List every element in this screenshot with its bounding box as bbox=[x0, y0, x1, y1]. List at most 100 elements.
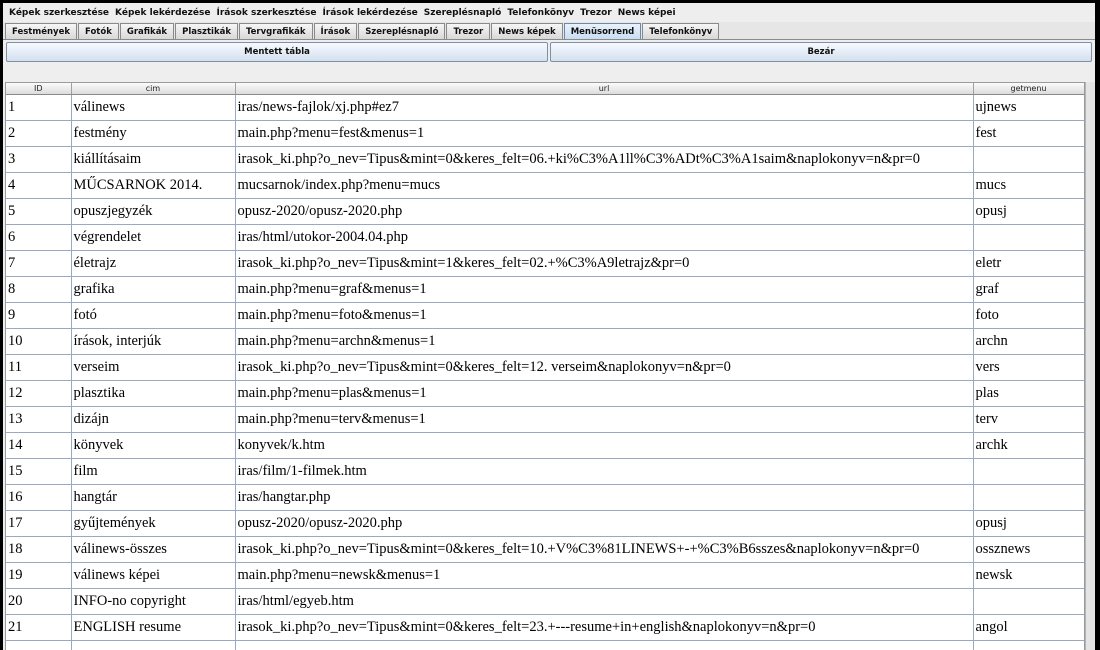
url-cell[interactable]: konyvek/k.htm bbox=[235, 432, 974, 459]
table-row[interactable]: 1 válinews iras/news-fajlok/xj.php#ez7 ujne… bbox=[6, 94, 1084, 121]
tab-telefonkonyv[interactable]: Telefonkönyv bbox=[642, 23, 720, 39]
tab-trezor[interactable]: Trezor bbox=[446, 23, 491, 39]
table-row[interactable]: 18 válinews-összes irasok_ki.php?o_nev=Tip… bbox=[6, 536, 1084, 563]
table-row[interactable]: 12 plasztika main.php?menu=plas&menus=1 pla… bbox=[6, 380, 1084, 407]
id-cell[interactable]: 13 bbox=[6, 406, 72, 433]
id-cell[interactable]: 4 bbox=[6, 172, 72, 199]
menu-item-news-kepei[interactable]: News képei bbox=[618, 8, 676, 18]
table-row[interactable]: 16 hangtár iras/hangtar.php bbox=[6, 484, 1084, 511]
url-cell[interactable]: main.php?menu=archn&menus=1 bbox=[235, 328, 974, 355]
cim-cell[interactable]: festmény bbox=[71, 120, 236, 147]
url-cell[interactable]: iras/html/egyeb.htm bbox=[235, 588, 974, 615]
table-row[interactable]: 4 MŰCSARNOK 2014. mucsarnok/index.php?menu… bbox=[6, 172, 1084, 199]
table-row[interactable]: 10 írások, interjúk main.php?menu=archn&me… bbox=[6, 328, 1084, 355]
tab-tervgrafikak[interactable]: Tervgrafikák bbox=[239, 23, 313, 39]
column-header-cim[interactable]: cim bbox=[71, 83, 236, 95]
getmenu-cell[interactable]: fest bbox=[973, 120, 1084, 147]
table-row[interactable]: 20 INFO-no copyright iras/html/egyeb.htm bbox=[6, 588, 1084, 615]
cim-cell[interactable]: verseim bbox=[71, 354, 236, 381]
table-row[interactable]: 15 film iras/film/1-filmek.htm bbox=[6, 458, 1084, 485]
empty-cell[interactable] bbox=[973, 640, 1084, 650]
table-row[interactable]: 19 válinews képei main.php?menu=newsk&menu… bbox=[6, 562, 1084, 589]
url-cell[interactable]: main.php?menu=foto&menus=1 bbox=[235, 302, 974, 329]
cim-cell[interactable]: életrajz bbox=[71, 250, 236, 277]
tab-irasok[interactable]: Írások bbox=[313, 23, 358, 39]
cim-cell[interactable]: MŰCSARNOK 2014. bbox=[71, 172, 236, 199]
cim-cell[interactable]: írások, interjúk bbox=[71, 328, 236, 355]
cim-cell[interactable]: INFO-no copyright bbox=[71, 588, 236, 615]
table-row[interactable]: 5 opuszjegyzék opusz-2020/opusz-2020.php op… bbox=[6, 198, 1084, 225]
url-cell[interactable]: irasok_ki.php?o_nev=Tipus&mint=0&keres_f… bbox=[235, 146, 974, 173]
getmenu-cell[interactable]: foto bbox=[973, 302, 1084, 329]
getmenu-cell[interactable]: opusj bbox=[973, 198, 1084, 225]
vertical-scrollbar[interactable] bbox=[1085, 82, 1095, 650]
cim-cell[interactable]: könyvek bbox=[71, 432, 236, 459]
tab-szereplesnaplo[interactable]: Szereplésnapló bbox=[358, 23, 446, 39]
cim-cell[interactable]: végrendelet bbox=[71, 224, 236, 251]
table-row[interactable]: 8 grafika main.php?menu=graf&menus=1 graf bbox=[6, 276, 1084, 303]
id-cell[interactable]: 12 bbox=[6, 380, 72, 407]
getmenu-cell[interactable]: graf bbox=[973, 276, 1084, 303]
getmenu-cell[interactable]: archk bbox=[973, 432, 1084, 459]
id-cell[interactable]: 21 bbox=[6, 614, 72, 641]
url-cell[interactable]: iras/html/utokor-2004.04.php bbox=[235, 224, 974, 251]
menu-item-trezor[interactable]: Trezor bbox=[580, 8, 612, 18]
cim-cell[interactable]: plasztika bbox=[71, 380, 236, 407]
getmenu-cell[interactable] bbox=[973, 458, 1084, 485]
table-row[interactable]: 2 festmény main.php?menu=fest&menus=1 fest bbox=[6, 120, 1084, 147]
getmenu-cell[interactable]: angol bbox=[973, 614, 1084, 641]
cim-cell[interactable]: film bbox=[71, 458, 236, 485]
cim-cell[interactable]: ENGLISH resume bbox=[71, 614, 236, 641]
url-cell[interactable]: iras/news-fajlok/xj.php#ez7 bbox=[235, 94, 974, 121]
close-button[interactable]: Bezár bbox=[550, 42, 1092, 62]
getmenu-cell[interactable]: vers bbox=[973, 354, 1084, 381]
url-cell[interactable]: irasok_ki.php?o_nev=Tipus&mint=0&keres_f… bbox=[235, 536, 974, 563]
cim-cell[interactable]: gyűjtemények bbox=[71, 510, 236, 537]
id-cell[interactable]: 5 bbox=[6, 198, 72, 225]
cim-cell[interactable]: válinews-összes bbox=[71, 536, 236, 563]
cim-cell[interactable]: válinews képei bbox=[71, 562, 236, 589]
id-cell[interactable]: 3 bbox=[6, 146, 72, 173]
url-cell[interactable]: main.php?menu=plas&menus=1 bbox=[235, 380, 974, 407]
menu-item-irasok-szerkesztese[interactable]: Írások szerkesztése bbox=[216, 8, 316, 18]
id-cell[interactable]: 15 bbox=[6, 458, 72, 485]
tab-fotok[interactable]: Fotók bbox=[77, 23, 119, 39]
id-cell[interactable]: 9 bbox=[6, 302, 72, 329]
url-cell[interactable]: irasok_ki.php?o_nev=Tipus&mint=1&keres_f… bbox=[235, 250, 974, 277]
table-row-empty[interactable] bbox=[6, 640, 1084, 650]
saved-table-button[interactable]: Mentett tábla bbox=[6, 42, 548, 62]
url-cell[interactable]: opusz-2020/opusz-2020.php bbox=[235, 510, 974, 537]
url-cell[interactable]: mucsarnok/index.php?menu=mucs bbox=[235, 172, 974, 199]
column-header-id[interactable]: ID bbox=[6, 83, 72, 95]
id-cell[interactable]: 17 bbox=[6, 510, 72, 537]
table-row[interactable]: 3 kiállításaim irasok_ki.php?o_nev=Tipus&m… bbox=[6, 146, 1084, 173]
menu-item-irasok-lekerdezese[interactable]: Írások lekérdezése bbox=[322, 8, 417, 18]
id-cell[interactable]: 14 bbox=[6, 432, 72, 459]
id-cell[interactable]: 8 bbox=[6, 276, 72, 303]
tab-news-kepek[interactable]: News képek bbox=[491, 23, 563, 39]
cim-cell[interactable]: grafika bbox=[71, 276, 236, 303]
table-row[interactable]: 21 ENGLISH resume irasok_ki.php?o_nev=Tipu… bbox=[6, 614, 1084, 641]
empty-cell[interactable] bbox=[6, 640, 72, 650]
table-row[interactable]: 14 könyvek konyvek/k.htm archk bbox=[6, 432, 1084, 459]
tab-menusorrend[interactable]: Menüsorrend bbox=[563, 23, 642, 39]
cim-cell[interactable]: dizájn bbox=[71, 406, 236, 433]
getmenu-cell[interactable] bbox=[973, 484, 1084, 511]
getmenu-cell[interactable]: eletr bbox=[973, 250, 1084, 277]
id-cell[interactable]: 16 bbox=[6, 484, 72, 511]
table-row[interactable]: 6 végrendelet iras/html/utokor-2004.04.php bbox=[6, 224, 1084, 251]
getmenu-cell[interactable]: terv bbox=[973, 406, 1084, 433]
table-row[interactable]: 7 életrajz irasok_ki.php?o_nev=Tipus&mint=… bbox=[6, 250, 1084, 277]
empty-cell[interactable] bbox=[71, 640, 236, 650]
column-header-getmenu[interactable]: getmenu bbox=[973, 83, 1084, 95]
cim-cell[interactable]: kiállításaim bbox=[71, 146, 236, 173]
id-cell[interactable]: 18 bbox=[6, 536, 72, 563]
getmenu-cell[interactable] bbox=[973, 146, 1084, 173]
url-cell[interactable]: main.php?menu=terv&menus=1 bbox=[235, 406, 974, 433]
url-cell[interactable]: opusz-2020/opusz-2020.php bbox=[235, 198, 974, 225]
menu-item-kepek-lekerdezese[interactable]: Képek lekérdezése bbox=[115, 8, 210, 18]
table-row[interactable]: 13 dizájn main.php?menu=terv&menus=1 terv bbox=[6, 406, 1084, 433]
getmenu-cell[interactable]: archn bbox=[973, 328, 1084, 355]
id-cell[interactable]: 20 bbox=[6, 588, 72, 615]
getmenu-cell[interactable]: newsk bbox=[973, 562, 1084, 589]
